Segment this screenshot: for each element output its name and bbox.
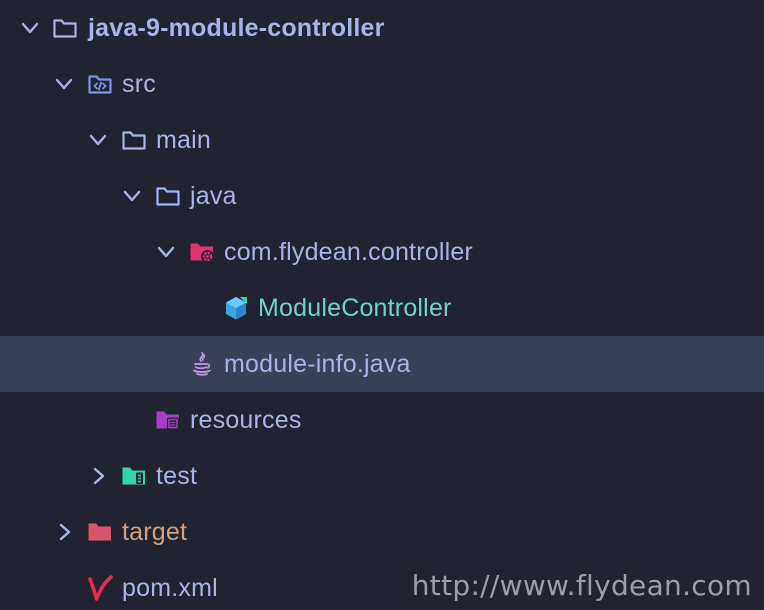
chevron-right-icon[interactable] <box>53 521 75 543</box>
tree-row-target[interactable]: target <box>0 504 764 560</box>
tree-label-java: java <box>190 182 237 210</box>
tree-label-test: test <box>156 462 198 490</box>
chevron-down-icon[interactable] <box>87 129 109 151</box>
package-folder-icon <box>190 243 214 263</box>
tree-row-main[interactable]: main <box>0 112 764 168</box>
tree-label-module-info: module-info.java <box>224 350 411 378</box>
chevron-down-icon[interactable] <box>19 17 41 39</box>
target-folder-icon <box>88 523 111 541</box>
tree-row-package[interactable]: com.flydean.controller <box>0 224 764 280</box>
chevron-down-icon[interactable] <box>53 73 75 95</box>
chevron-down-icon[interactable] <box>155 241 177 263</box>
tree-row-root[interactable]: java-9-module-controller <box>0 0 764 56</box>
tree-label-class: ModuleController <box>258 294 452 322</box>
maven-icon <box>88 575 113 601</box>
tree-row-src[interactable]: src <box>0 56 764 112</box>
watermark-text: http://www.flydean.com <box>411 569 752 602</box>
tree-row-module-controller[interactable]: ModuleController <box>0 280 764 336</box>
tree-label-root: java-9-module-controller <box>88 14 385 42</box>
tree-row-test[interactable]: test <box>0 448 764 504</box>
tree-label-package: com.flydean.controller <box>224 238 473 266</box>
tree-label-pom: pom.xml <box>122 574 218 602</box>
source-folder-icon <box>88 75 112 94</box>
folder-icon <box>122 131 146 150</box>
tree-row-resources[interactable]: resources <box>0 392 764 448</box>
tree-row-java[interactable]: java <box>0 168 764 224</box>
folder-icon <box>53 19 77 38</box>
tree-label-src: src <box>122 70 156 98</box>
tree-row-module-info[interactable]: module-info.java <box>0 336 764 392</box>
project-tree: java-9-module-controller src main java c… <box>0 0 764 610</box>
chevron-right-icon[interactable] <box>87 465 109 487</box>
java-file-icon <box>193 352 211 376</box>
test-folder-icon <box>122 467 145 485</box>
tree-label-main: main <box>156 126 211 154</box>
java-class-icon <box>226 297 247 320</box>
folder-icon <box>156 187 180 206</box>
resources-folder-icon <box>156 411 179 430</box>
tree-label-resources: resources <box>190 406 302 434</box>
chevron-down-icon[interactable] <box>121 185 143 207</box>
tree-label-target: target <box>122 518 188 546</box>
